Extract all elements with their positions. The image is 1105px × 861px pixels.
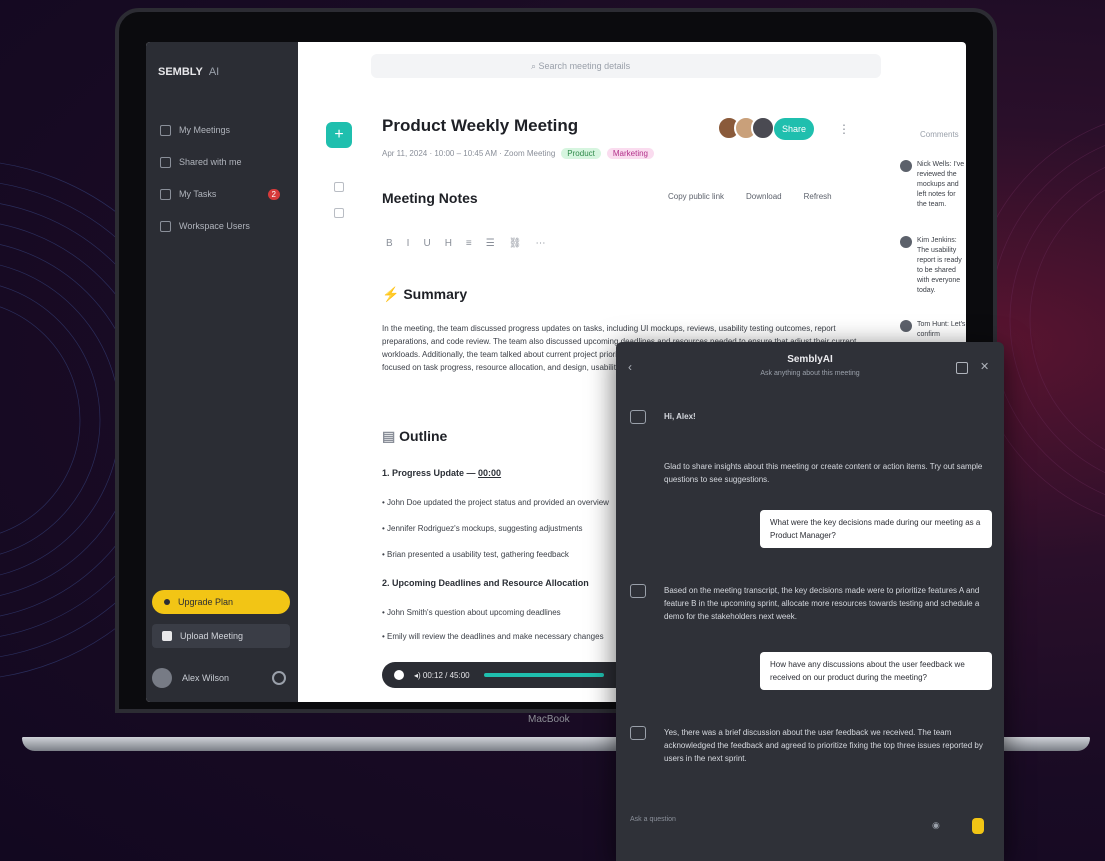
summary-heading: ⚡ Summary: [382, 286, 467, 303]
bot-message: Based on the meeting transcript, the key…: [664, 586, 980, 621]
upgrade-label: Upgrade Plan: [178, 597, 234, 607]
list-item: • Emily will review the deadlines and ma…: [382, 632, 604, 641]
bot-icon: [630, 410, 646, 424]
sidebar-item-shared[interactable]: Shared with me: [160, 154, 284, 170]
outline-section-title: 1. Progress Update — 00:00: [382, 468, 502, 478]
share-icon: [160, 156, 171, 168]
upload-meeting-button[interactable]: Upload Meeting: [152, 624, 290, 648]
users-icon: [160, 220, 171, 232]
share-button[interactable]: Share: [774, 118, 814, 140]
add-button[interactable]: +: [326, 122, 352, 148]
formatting-toolbar: B I U H ≡ ☰ ⛓ ⋯: [386, 238, 559, 249]
copy-link-button[interactable]: Copy public link: [668, 192, 724, 201]
tasks-count-badge: 2: [267, 188, 280, 200]
list-item: • Jennifer Rodriguez's mockups, suggesti…: [382, 524, 583, 533]
settings-icon[interactable]: [272, 671, 286, 685]
sidebar-item-label: My Meetings: [179, 125, 231, 135]
summary-heading-text: Summary: [403, 286, 468, 302]
avatar: [900, 160, 912, 172]
chat-input[interactable]: Ask a question: [630, 816, 676, 823]
bot-icon: [630, 584, 646, 598]
search-placeholder: Search meeting details: [538, 61, 631, 71]
list-item: • John Doe updated the project status an…: [382, 498, 609, 507]
list-item: • Brian presented a usability test, gath…: [382, 550, 569, 559]
meeting-meta-text: Apr 11, 2024 · 10:00 – 10:45 AM · Zoom M…: [382, 149, 556, 158]
sidebar: SEMBLY AI My Meetings Shared with me My T…: [146, 42, 298, 702]
page-title: Product Weekly Meeting: [382, 116, 579, 135]
avatar: [152, 668, 172, 688]
sidebar-item-my-meetings[interactable]: My Meetings: [160, 122, 284, 138]
task-icon: [160, 188, 171, 200]
logo-tag: AI: [208, 66, 220, 78]
chat-title: SemblyAI: [787, 354, 833, 365]
bot-message: Yes, there was a brief discussion about …: [664, 728, 983, 763]
user-message: How have any discussions about the user …: [760, 652, 992, 690]
bot-icon: [630, 726, 646, 740]
avatar: [751, 116, 775, 140]
app-logo[interactable]: SEMBLY AI: [158, 66, 219, 78]
calendar-icon: [160, 124, 171, 136]
avatar: [900, 320, 912, 332]
comments-heading: Comments: [920, 130, 959, 139]
device-label: MacBook: [528, 714, 570, 725]
chat-intro: Glad to share insights about this meetin…: [664, 462, 983, 484]
logo-text: SEMBLY: [158, 66, 203, 78]
user-name: Alex Wilson: [182, 673, 230, 683]
notes-actions: Copy public link Download Refresh: [646, 192, 832, 201]
download-button[interactable]: Download: [746, 192, 782, 201]
chat-rail-icon[interactable]: [334, 208, 344, 218]
sidebar-item-workspace-users[interactable]: Workspace Users: [160, 218, 284, 234]
list-icon[interactable]: ☰: [486, 238, 495, 249]
align-icon[interactable]: ≡: [466, 238, 472, 249]
outline-icon: ▤: [382, 428, 396, 444]
progress-bar[interactable]: [483, 673, 604, 677]
chat-subtitle: Ask anything about this meeting: [760, 370, 860, 377]
player-time: 00:12 / 45:00: [422, 670, 470, 680]
search-input[interactable]: ⌕ Search meeting details: [371, 54, 881, 78]
heading-icon[interactable]: H: [445, 238, 452, 249]
play-icon[interactable]: [394, 670, 404, 680]
upload-icon: [162, 631, 172, 641]
underline-icon[interactable]: U: [423, 238, 430, 249]
upload-label: Upload Meeting: [180, 631, 244, 641]
bold-icon[interactable]: B: [386, 238, 393, 249]
notes-rail-icon[interactable]: [334, 182, 344, 192]
timestamp-link[interactable]: 00:00: [478, 468, 501, 478]
comment-item: Kim Jenkins: The usability report is rea…: [900, 236, 966, 296]
user-message: What were the key decisions made during …: [760, 510, 992, 548]
bolt-icon: [164, 599, 170, 605]
tag-chip[interactable]: Product: [561, 148, 601, 159]
participants-avatars[interactable]: [717, 116, 775, 140]
close-icon[interactable]: ✕: [980, 360, 989, 373]
bolt-icon: ⚡: [382, 286, 400, 302]
mic-icon[interactable]: ◉: [932, 820, 940, 831]
upgrade-plan-button[interactable]: Upgrade Plan: [152, 590, 290, 614]
tag-chip[interactable]: Marketing: [606, 148, 654, 159]
meeting-meta: Apr 11, 2024 · 10:00 – 10:45 AM · Zoom M…: [382, 148, 654, 159]
sidebar-item-label: Workspace Users: [179, 221, 250, 231]
comment-item: Nick Wells: I've reviewed the mockups an…: [900, 160, 966, 210]
link-icon[interactable]: ⛓: [509, 238, 522, 249]
ai-chat-panel: ‹ SemblyAI Ask anything about this meeti…: [616, 342, 1004, 861]
sidebar-item-my-tasks[interactable]: My Tasks 2: [160, 186, 284, 202]
sidebar-item-label: Shared with me: [179, 157, 242, 167]
refresh-button[interactable]: Refresh: [804, 192, 832, 201]
more-icon[interactable]: ⋮: [838, 122, 852, 136]
meeting-notes-heading: Meeting Notes: [382, 190, 478, 206]
outline-heading: ▤ Outline: [382, 428, 447, 445]
outline-heading-text: Outline: [399, 428, 448, 444]
sidebar-item-label: My Tasks: [179, 189, 217, 199]
send-icon[interactable]: [972, 818, 984, 834]
outline-section-title: 2. Upcoming Deadlines and Resource Alloc…: [382, 578, 589, 588]
user-profile[interactable]: Alex Wilson: [152, 664, 292, 692]
audio-player[interactable]: ◂) 00:12 / 45:00: [382, 662, 642, 688]
chat-greeting: Hi, Alex!: [664, 412, 696, 421]
expand-icon[interactable]: [956, 362, 968, 374]
volume-icon[interactable]: ◂): [414, 671, 423, 680]
search-icon: ⌕: [531, 60, 539, 71]
more-icon[interactable]: ⋯: [535, 238, 545, 249]
list-item: • John Smith's question about upcoming d…: [382, 608, 561, 617]
italic-icon[interactable]: I: [407, 238, 410, 249]
avatar: [900, 236, 912, 248]
